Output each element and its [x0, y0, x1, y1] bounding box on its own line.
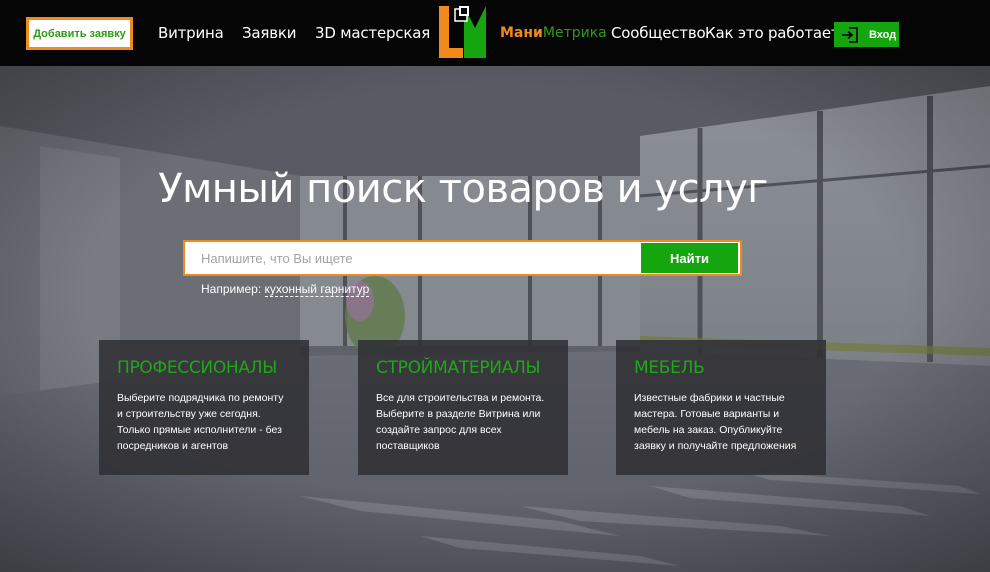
card-text: Все для строительства и ремонта. Выберит…: [376, 392, 545, 452]
search-button[interactable]: Найти: [641, 243, 738, 273]
nav-how-it-works[interactable]: Как это работает?: [705, 24, 847, 42]
search-example: Например: кухонный гарнитур: [201, 282, 370, 297]
lm-logo-icon[interactable]: [438, 4, 488, 60]
search-example-link[interactable]: кухонный гарнитур: [264, 282, 370, 297]
nav-requests[interactable]: Заявки: [242, 24, 296, 42]
card-text: Известные фабрики и частные мастера. Гот…: [634, 392, 797, 452]
login-button[interactable]: Вход: [834, 22, 899, 47]
login-arrow-icon: [842, 26, 858, 43]
category-card-furniture[interactable]: МЕБЕЛЬ Известные фабрики и частные масте…: [616, 340, 826, 475]
room-background: [0, 66, 990, 572]
login-label: Вход: [869, 28, 897, 41]
category-card-professionals[interactable]: ПРОФЕССИОНАЛЫ Выберите подрядчика по рем…: [99, 340, 309, 475]
card-title: ПРОФЕССИОНАЛЫ: [117, 358, 277, 378]
site-header: Добавить заявку Витрина Заявки 3D мастер…: [0, 0, 990, 66]
hero-title: Умный поиск товаров и услуг: [158, 166, 768, 212]
card-title: СТРОЙМАТЕРИАЛЫ: [376, 358, 541, 378]
card-title: МЕБЕЛЬ: [634, 358, 705, 378]
nav-showcase[interactable]: Витрина: [158, 24, 224, 42]
search-input[interactable]: [185, 242, 640, 274]
add-request-button[interactable]: Добавить заявку: [26, 17, 133, 50]
brand-name[interactable]: МаниМетрика: [500, 25, 607, 41]
brand-name-part1: Мани: [500, 25, 543, 41]
card-text: Выберите подрядчика по ремонту и строите…: [117, 392, 284, 452]
hero-section: Умный поиск товаров и услуг Найти Наприм…: [0, 66, 990, 572]
search-example-prefix: Например:: [201, 282, 262, 296]
nav-3d-workshop[interactable]: 3D мастерская: [315, 24, 430, 42]
category-card-materials[interactable]: СТРОЙМАТЕРИАЛЫ Все для строительства и р…: [358, 340, 568, 475]
brand-name-part2: Метрика: [542, 25, 607, 41]
nav-community[interactable]: Сообщество: [611, 24, 706, 42]
search-bar: Найти: [183, 240, 742, 276]
